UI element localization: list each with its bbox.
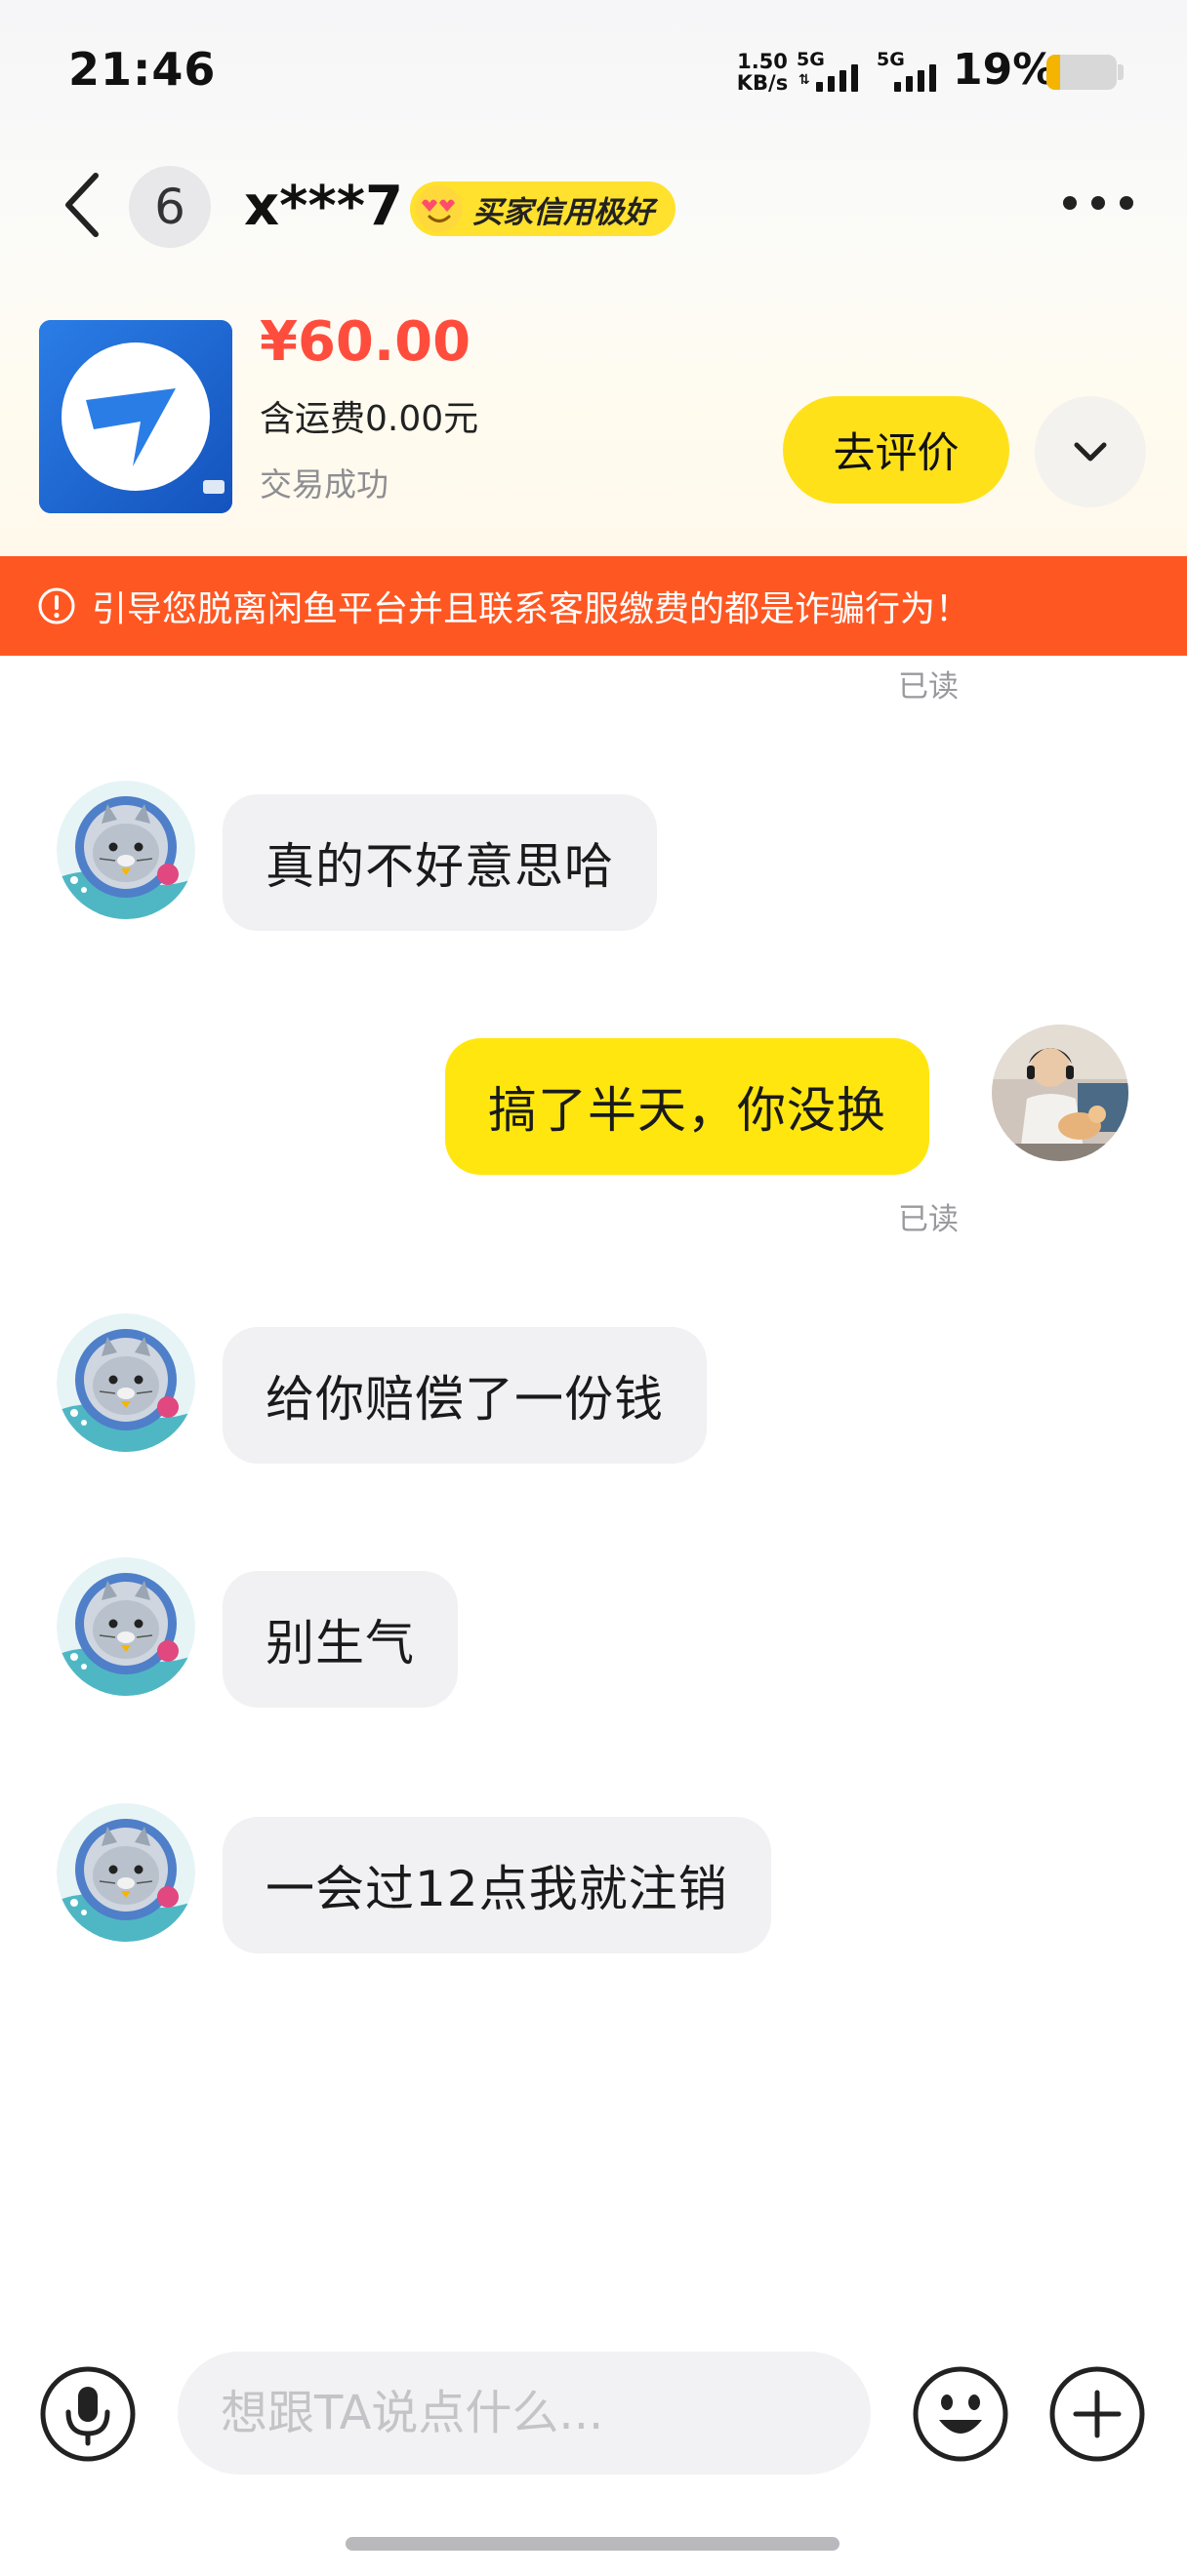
network-speed-unit: KB/s <box>736 71 789 95</box>
message-bubble-received[interactable]: 一会过12点我就注销 <box>223 1817 771 1953</box>
chat-screen: 21:46 1.50 KB/s 5G ⇅ 5G 19% 6 x***7 买家信用… <box>0 0 1187 2576</box>
review-button[interactable]: 去评价 <box>783 396 1009 503</box>
credit-badge[interactable]: 买家信用极好 <box>410 181 675 236</box>
credit-badge-label: 买家信用极好 <box>472 194 654 230</box>
product-shipping: 含运费0.00元 <box>260 399 479 439</box>
product-price: ¥60.00 <box>260 310 471 374</box>
voice-input-button[interactable] <box>39 2365 137 2463</box>
chevron-down-icon <box>1074 442 1107 462</box>
message-bubble-received[interactable]: 给你赔偿了一份钱 <box>223 1327 707 1464</box>
battery-percent: 19% <box>953 45 1056 95</box>
plus-circle-icon <box>1049 2366 1145 2462</box>
message-input[interactable] <box>178 2352 871 2475</box>
user-photo-avatar-icon <box>992 1025 1128 1161</box>
status-time: 21:46 <box>68 43 217 96</box>
battery-icon <box>1046 55 1117 90</box>
read-receipt: 已读 <box>898 669 959 704</box>
fraud-warning-banner[interactable]: 引导您脱离闲鱼平台并且联系客服缴费的都是诈骗行为！ <box>0 556 1187 656</box>
message-bubble-received[interactable]: 真的不好意思哈 <box>223 794 657 931</box>
heart-eyes-emoji-icon <box>416 185 463 232</box>
data-arrows-icon: ⇅ <box>798 72 810 88</box>
emoji-button[interactable] <box>912 2365 1009 2463</box>
battery-level <box>1046 55 1060 90</box>
seller-avatar[interactable] <box>57 1557 195 1696</box>
signal-1-icon: 5G ⇅ <box>797 49 865 96</box>
message-bubble-sent[interactable]: 搞了半天，你没换 <box>445 1038 929 1175</box>
home-indicator[interactable] <box>346 2537 839 2551</box>
battery-tip <box>1118 64 1124 80</box>
product-app-logo-icon <box>39 320 232 513</box>
status-bar: 21:46 1.50 KB/s 5G ⇅ 5G 19% <box>0 0 1187 146</box>
back-button[interactable] <box>51 164 113 246</box>
product-thumbnail[interactable] <box>39 320 232 513</box>
more-button[interactable] <box>1054 174 1142 232</box>
chevron-left-icon <box>65 173 99 237</box>
seller-avatar[interactable] <box>57 781 195 919</box>
unread-count-badge[interactable]: 6 <box>129 166 211 248</box>
cat-astronaut-avatar-icon <box>57 1803 195 1942</box>
seller-avatar[interactable] <box>57 1803 195 1942</box>
network-speed-value: 1.50 <box>737 50 788 73</box>
transaction-status: 交易成功 <box>260 465 389 503</box>
more-actions-button[interactable] <box>1048 2365 1146 2463</box>
cat-astronaut-avatar-icon <box>57 1313 195 1452</box>
cat-astronaut-avatar-icon <box>57 1557 195 1696</box>
smile-icon <box>913 2366 1008 2462</box>
expand-product-button[interactable] <box>1035 396 1146 507</box>
alert-circle-icon <box>38 587 75 624</box>
signal-2-icon: 5G <box>877 49 945 96</box>
my-avatar[interactable] <box>992 1025 1128 1161</box>
warning-text: 引导您脱离闲鱼平台并且联系客服缴费的都是诈骗行为！ <box>92 589 971 629</box>
network-speed: 1.50 KB/s <box>734 51 791 94</box>
more-horizontal-icon <box>1063 196 1133 210</box>
seller-avatar[interactable] <box>57 1313 195 1452</box>
microphone-icon <box>40 2366 136 2462</box>
read-receipt: 已读 <box>898 1202 959 1237</box>
chat-title[interactable]: x***7 <box>244 168 403 246</box>
message-bubble-received[interactable]: 别生气 <box>223 1571 458 1708</box>
cat-astronaut-avatar-icon <box>57 781 195 919</box>
